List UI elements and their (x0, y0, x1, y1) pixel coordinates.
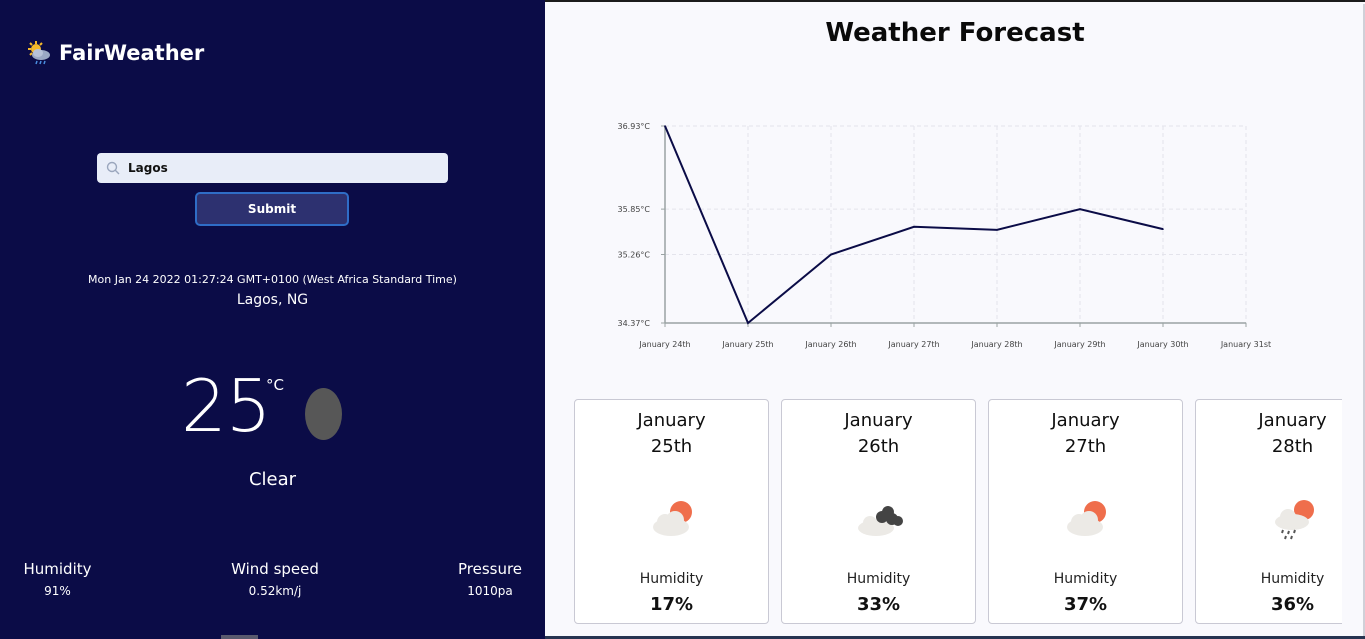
x-tick-label: January 26th (804, 340, 856, 349)
forecast-cards[interactable]: January 25th Humidity 17% January 26th H… (574, 399, 1342, 624)
data-point (913, 226, 915, 228)
card-humidity-label: Humidity (846, 571, 911, 587)
card-date: January 26th (782, 408, 975, 460)
submit-button[interactable]: Submit (195, 192, 349, 226)
wind-stat: Wind speed 0.52km/j (226, 560, 324, 598)
partly-sunny-icon (653, 501, 692, 536)
forecast-panel: Weather Forecast 36.93°C 35.85°C 35.26°C 34… (545, 0, 1365, 639)
search-box[interactable] (97, 153, 448, 183)
card-day: 27th (1064, 436, 1107, 457)
data-point (747, 322, 749, 324)
forecast-card[interactable]: January 28th Humidity 36% (1195, 399, 1342, 624)
pressure-value: 1010pa (467, 584, 513, 598)
forecast-title: Weather Forecast (825, 18, 1085, 48)
partly-sunny-icon (1067, 501, 1106, 536)
wind-label: Wind speed (231, 560, 319, 578)
x-tick-label: January 25th (721, 340, 773, 349)
pressure-label: Pressure (457, 560, 523, 578)
y-tick-label: 35.26°C (618, 251, 651, 260)
card-month: January (1258, 410, 1327, 431)
card-humidity-value: 17% (649, 594, 694, 615)
card-date: January 28th (1196, 408, 1342, 460)
humidity-value: 91% (44, 584, 71, 598)
search-input[interactable] (128, 161, 428, 175)
card-humidity-label: Humidity (639, 571, 704, 587)
card-month: January (1051, 410, 1120, 431)
temperature-unit: °C (266, 376, 284, 394)
y-tick-label: 35.85°C (618, 205, 651, 214)
data-point (1079, 208, 1081, 210)
card-humidity-value: 33% (856, 594, 901, 615)
sun-cloud-rain-icon (28, 41, 50, 65)
card-humidity-value: 36% (1270, 594, 1315, 615)
dark-clouds-icon (858, 506, 903, 536)
x-tick-label: January 29th (1053, 340, 1105, 349)
current-weather-panel: FairWeather Submit Mon Jan 24 2022 01:27… (0, 0, 545, 639)
card-day: 28th (1271, 436, 1314, 457)
x-tick-label: January 30th (1136, 340, 1188, 349)
data-point (664, 125, 666, 127)
card-day: 25th (650, 436, 693, 457)
card-date: January 25th (575, 408, 768, 460)
data-point (1162, 228, 1164, 230)
card-month: January (637, 410, 706, 431)
wind-value: 0.52km/j (248, 584, 302, 598)
card-month: January (844, 410, 913, 431)
x-tick-label: January 27th (887, 340, 939, 349)
brand[interactable]: FairWeather (26, 40, 204, 66)
y-tick-label: 34.37°C (618, 319, 651, 328)
moon-icon (305, 388, 342, 440)
horizontal-scrollbar[interactable] (221, 635, 258, 639)
current-location: Lagos, NG (236, 292, 309, 308)
data-point (830, 253, 832, 256)
rain-sun-icon (1275, 500, 1314, 540)
x-tick-label: January 31st (1220, 340, 1271, 349)
pressure-stat: Pressure 1010pa (455, 560, 525, 598)
current-datetime: Mon Jan 24 2022 01:27:24 GMT+0100 (West … (88, 273, 457, 286)
data-point (996, 229, 998, 231)
card-humidity-label: Humidity (1260, 571, 1325, 587)
humidity-stat: Humidity 91% (20, 560, 95, 598)
forecast-card[interactable]: January 27th Humidity 37% (988, 399, 1183, 624)
humidity-label: Humidity (23, 560, 92, 578)
card-humidity-value: 37% (1063, 594, 1108, 615)
card-day: 26th (857, 436, 900, 457)
current-condition: Clear (248, 469, 297, 490)
temperature-line-chart: 36.93°C 35.85°C 35.26°C 34.37°C January 24th… (618, 122, 1272, 349)
search-icon (106, 161, 120, 175)
x-tick-label: January 28th (970, 340, 1022, 349)
y-tick-label: 36.93°C (618, 122, 651, 131)
card-date: January 27th (989, 408, 1182, 460)
x-tick-label: January 24th (638, 340, 690, 349)
current-temperature: 25 (181, 364, 272, 448)
brand-name: FairWeather (59, 41, 205, 65)
forecast-card[interactable]: January 25th Humidity 17% (574, 399, 769, 624)
forecast-card[interactable]: January 26th Humidity 33% (781, 399, 976, 624)
card-humidity-label: Humidity (1053, 571, 1118, 587)
